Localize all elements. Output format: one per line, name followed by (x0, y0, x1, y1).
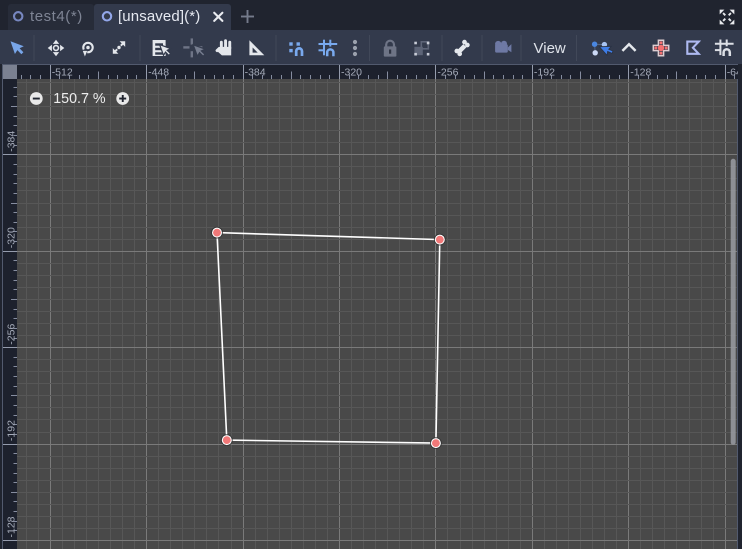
svg-text:-320: -320 (341, 67, 362, 79)
svg-text:-128: -128 (630, 67, 651, 79)
svg-text:-256: -256 (437, 67, 458, 79)
svg-text:-128: -128 (5, 516, 17, 537)
svg-text:-320: -320 (5, 227, 17, 248)
svg-text:-64: -64 (727, 67, 738, 79)
svg-text:-384: -384 (245, 67, 266, 79)
svg-text:-384: -384 (5, 131, 17, 152)
svg-text:-192: -192 (534, 67, 555, 79)
svg-text:-256: -256 (5, 324, 17, 345)
svg-text:-192: -192 (5, 420, 17, 441)
